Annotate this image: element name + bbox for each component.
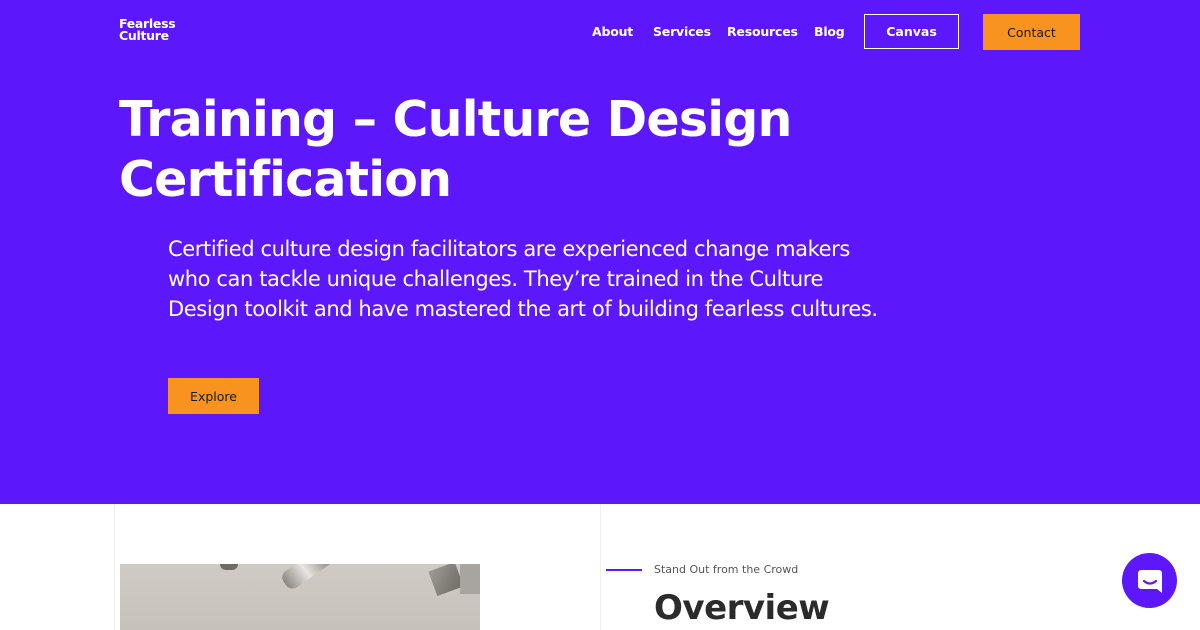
photo-edge (460, 564, 480, 594)
nav-resources[interactable]: Resources (727, 24, 798, 39)
kicker-accent-line (606, 569, 642, 571)
nav-about[interactable]: About (592, 24, 633, 39)
hero-description: Certified culture design facilitators ar… (168, 237, 878, 321)
logo-line-2: Culture (119, 28, 169, 43)
column-divider-left (114, 504, 115, 630)
photo-object (428, 564, 464, 597)
nav-blog[interactable]: Blog (814, 24, 845, 39)
overview-heading: Overview (654, 588, 830, 628)
training-photo (120, 564, 480, 630)
photo-fixture (220, 564, 238, 570)
nav-services[interactable]: Services (653, 24, 711, 39)
explore-button[interactable]: Explore (168, 378, 259, 414)
page-title: Training – Culture Design Certification (119, 91, 792, 208)
column-divider-middle (600, 504, 601, 630)
chat-bubble-icon (1137, 569, 1162, 593)
contact-button[interactable]: Contact (983, 14, 1080, 50)
logo[interactable]: Fearless Culture (119, 17, 176, 43)
hero-section: Fearless Culture About Services Resource… (0, 0, 1200, 504)
section-kicker: Stand Out from the Crowd (654, 563, 799, 576)
canvas-button[interactable]: Canvas (864, 14, 959, 49)
photo-lamp (279, 564, 335, 592)
chat-launcher-button[interactable] (1122, 553, 1177, 608)
